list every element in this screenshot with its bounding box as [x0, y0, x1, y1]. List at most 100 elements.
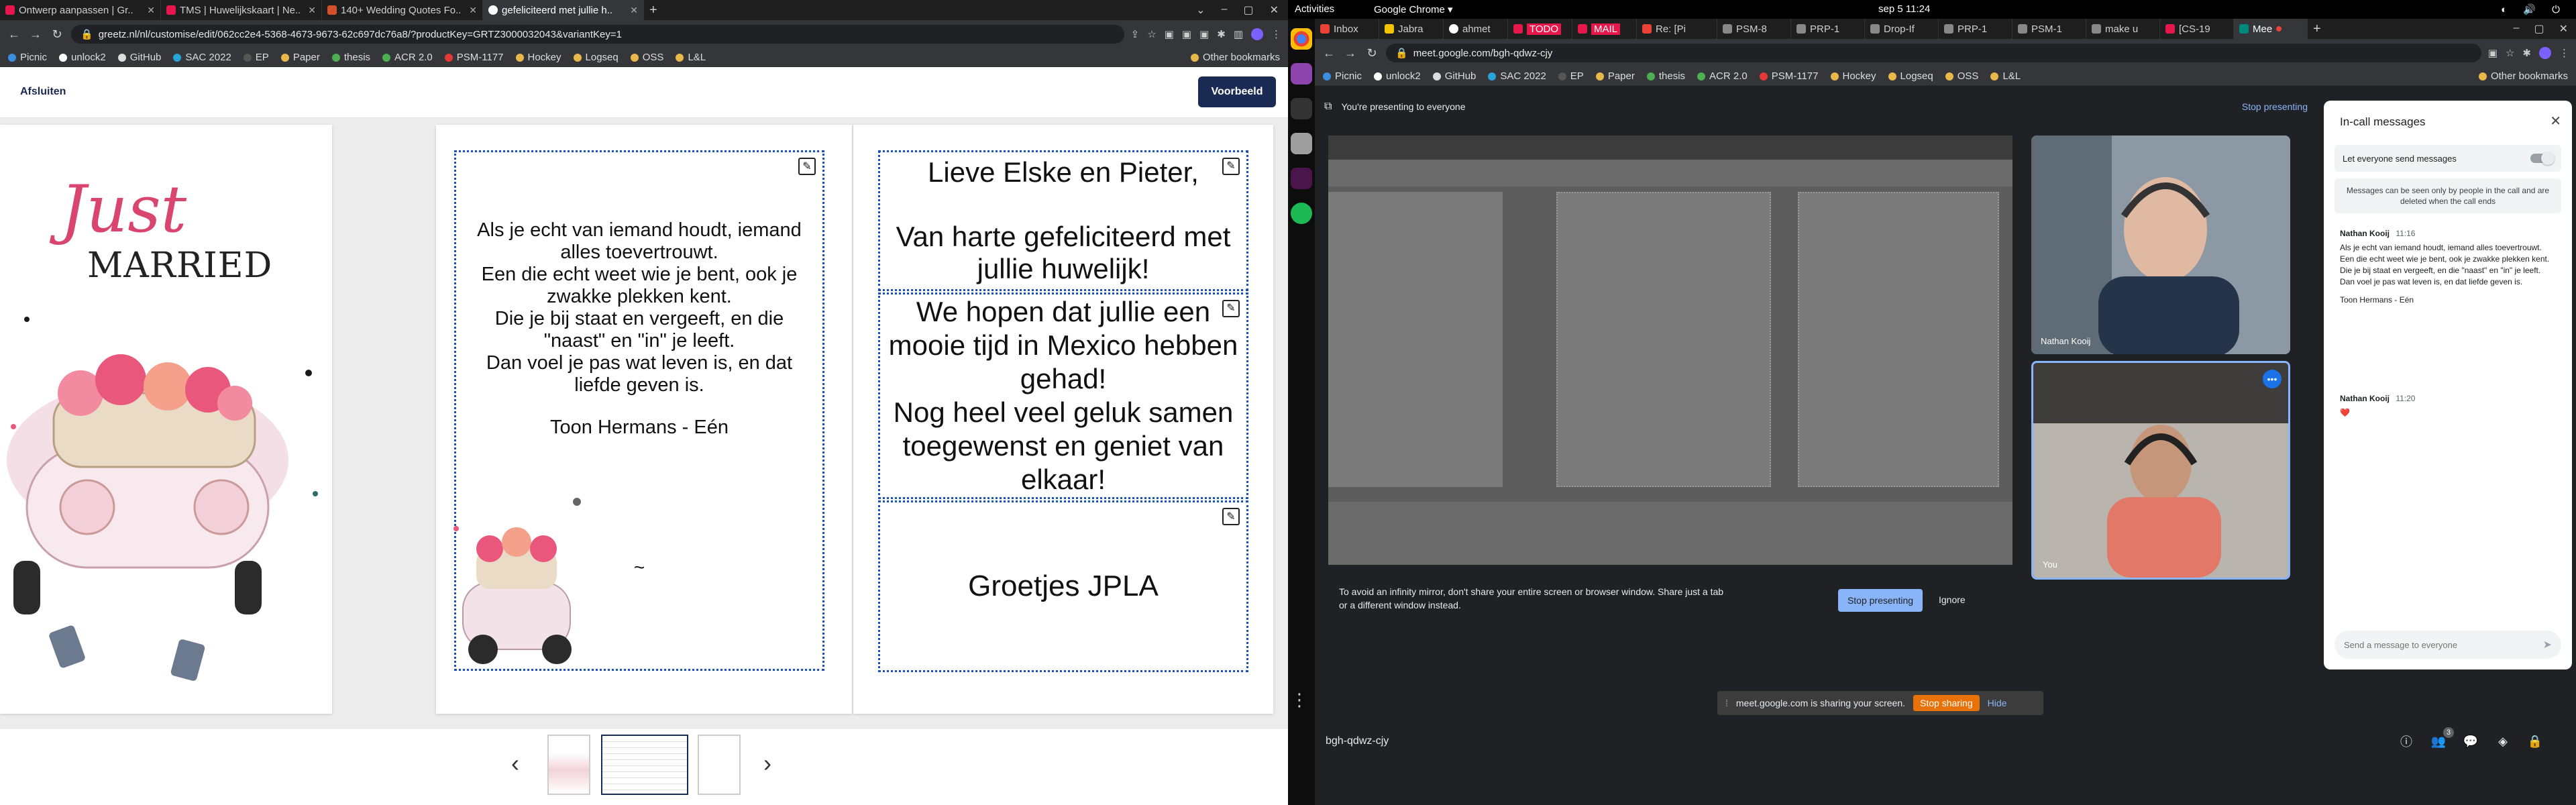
edit-pencil-icon[interactable]: ✎ — [798, 158, 816, 175]
stop-sharing-button[interactable]: Stop sharing — [1913, 695, 1980, 711]
tab[interactable]: Jabra — [1379, 19, 1444, 39]
wishes-text-box[interactable]: ✎ We hopen dat jullie een mooie tijd in … — [878, 292, 1248, 499]
forward-arrow-icon[interactable]: → — [28, 28, 43, 42]
close-tab-icon[interactable]: ✕ — [308, 5, 316, 16]
card-front-page[interactable]: Just MARRIED — [0, 125, 332, 714]
minimize-icon[interactable]: – — [1222, 3, 1228, 17]
bookmark-item[interactable]: thesis — [331, 52, 370, 63]
spotify-app-icon[interactable] — [1291, 203, 1312, 224]
tab-meet[interactable]: Mee — [2234, 19, 2308, 39]
chat-icon[interactable]: 💬 — [2459, 730, 2482, 753]
thumbnail-front[interactable] — [547, 735, 590, 795]
extensions-puzzle-icon[interactable]: ✱ — [1217, 28, 1226, 40]
bookmark-item[interactable]: EP — [1558, 70, 1584, 82]
tab[interactable]: MAIL — [1572, 19, 1637, 39]
bookmark-item[interactable]: GitHub — [117, 52, 161, 63]
bookmark-item[interactable]: Hockey — [515, 52, 561, 63]
thumbnail-back[interactable] — [698, 735, 741, 795]
activities-button[interactable]: Activities — [1295, 3, 1334, 15]
tab[interactable]: make u — [2086, 19, 2160, 39]
close-editor-link[interactable]: Afsluiten — [20, 86, 66, 98]
close-panel-icon[interactable]: ✕ — [2550, 113, 2561, 129]
system-tray-icons[interactable]: ◐ 🔊 ⏻ — [2501, 3, 2567, 15]
send-icon[interactable]: ➤ — [2543, 638, 2552, 651]
hide-notice-button[interactable]: Hide — [1988, 698, 2007, 708]
menu-kebab-icon[interactable]: ⋮ — [1271, 28, 1281, 40]
bookmark-item[interactable]: GitHub — [1432, 70, 1476, 82]
tab[interactable]: Inbox — [1315, 19, 1379, 39]
share-icon[interactable]: ⇪ — [1131, 28, 1140, 40]
bookmark-item[interactable]: Hockey — [1830, 70, 1876, 82]
files-app-icon[interactable] — [1291, 133, 1312, 154]
bookmark-item[interactable]: SAC 2022 — [173, 52, 231, 63]
star-icon[interactable]: ☆ — [2506, 47, 2514, 59]
tab-wedding-quotes[interactable]: 140+ Wedding Quotes Fo.. ✕ — [322, 0, 483, 20]
clock[interactable]: sep 5 11:24 — [1878, 3, 1930, 15]
tab-search-icon[interactable]: ⌄ — [1196, 3, 1205, 17]
bookmark-item[interactable]: unlock2 — [1374, 70, 1421, 82]
menu-kebab-icon[interactable]: ⋮ — [2559, 47, 2569, 59]
close-tab-icon[interactable]: ✕ — [630, 5, 638, 16]
chat-message-input[interactable] — [2344, 639, 2543, 650]
edit-pencil-icon[interactable]: ✎ — [1222, 158, 1240, 175]
bookmark-item[interactable]: OSS — [1945, 70, 1978, 82]
tab[interactable]: [CS-19 — [2160, 19, 2234, 39]
more-options-icon[interactable]: ••• — [2263, 370, 2282, 388]
bookmark-item[interactable]: unlock2 — [59, 52, 106, 63]
thumbnail-inside[interactable] — [601, 735, 688, 795]
terminal-app-icon[interactable] — [1291, 98, 1312, 119]
url-input[interactable]: 🔒 meet.google.com/bgh-qdwz-cjy — [1386, 44, 2481, 62]
reload-icon[interactable]: ↻ — [1364, 46, 1379, 60]
participant-tile-self[interactable]: ••• You — [2031, 361, 2290, 580]
bookmark-item[interactable]: PSM-1177 — [444, 52, 504, 63]
tab[interactable]: PSM-8 — [1717, 19, 1791, 39]
extension-icon[interactable]: ▣ — [1182, 28, 1191, 40]
maximize-icon[interactable]: ▢ — [2534, 22, 2544, 36]
participant-tile-nathan[interactable]: Nathan Kooij — [2031, 136, 2290, 354]
tab[interactable]: Drop-If — [1865, 19, 1939, 39]
forward-arrow-icon[interactable]: → — [1343, 46, 1358, 60]
new-tab-button[interactable]: + — [644, 0, 663, 20]
bookmark-item[interactable]: Paper — [280, 52, 320, 63]
bookmark-item[interactable]: PSM-1177 — [1759, 70, 1819, 82]
bookmark-item[interactable]: OSS — [630, 52, 663, 63]
next-page-chevron-icon[interactable]: › — [763, 749, 771, 777]
bookmark-item[interactable]: L&L — [676, 52, 706, 63]
ignore-button[interactable]: Ignore — [1939, 594, 1966, 605]
host-controls-lock-icon[interactable]: 🔒 — [2524, 730, 2546, 753]
activities-shapes-icon[interactable]: ◈ — [2491, 730, 2514, 753]
profile-avatar[interactable] — [2539, 47, 2551, 59]
bookmark-item[interactable]: Picnic — [1323, 70, 1362, 82]
bookmark-item[interactable]: Paper — [1595, 70, 1635, 82]
tab[interactable]: PRP-1 — [1791, 19, 1865, 39]
app-menu[interactable]: Google Chrome ▾ — [1374, 3, 1453, 15]
tab-tms[interactable]: TMS | Huwelijkskaart | Ne.. ✕ — [161, 0, 322, 20]
tab[interactable]: Re: [Pi — [1637, 19, 1717, 39]
chrome-app-icon[interactable] — [1291, 28, 1312, 50]
sidebar-icon[interactable]: ▥ — [1234, 28, 1243, 40]
close-tab-icon[interactable]: ✕ — [469, 5, 477, 16]
signature-text-box[interactable]: ✎ Groetjes JPLA — [878, 500, 1248, 672]
show-apps-grid-icon[interactable]: ⋮⋮ — [1291, 690, 1326, 711]
bookmark-item[interactable]: EP — [243, 52, 269, 63]
tab-google-search[interactable]: gefeliciteerd met jullie h.. ✕ — [483, 0, 644, 20]
close-window-icon[interactable]: ✕ — [2559, 22, 2568, 36]
new-tab-button[interactable]: + — [2308, 19, 2326, 39]
edit-pencil-icon[interactable]: ✎ — [1222, 508, 1240, 525]
bookmark-item[interactable]: thesis — [1646, 70, 1685, 82]
profile-avatar[interactable] — [1251, 28, 1263, 40]
drag-handle-icon[interactable]: ⁞ — [1725, 698, 1728, 708]
bookmark-item[interactable]: ACR 2.0 — [382, 52, 433, 63]
tab[interactable]: ahmet — [1444, 19, 1508, 39]
tab-greetz-design[interactable]: Ontwerp aanpassen | Gr.. ✕ — [0, 0, 161, 20]
bookmark-item[interactable]: Logseq — [573, 52, 619, 63]
minimize-icon[interactable]: – — [2514, 22, 2520, 36]
close-tab-icon[interactable]: ✕ — [147, 5, 155, 16]
extensions-puzzle-icon[interactable]: ✱ — [2522, 47, 2531, 59]
edit-pencil-icon[interactable]: ✎ — [1222, 300, 1240, 317]
tab[interactable]: PSM-1 — [2012, 19, 2086, 39]
prev-page-chevron-icon[interactable]: ‹ — [511, 749, 519, 777]
extension-icon[interactable]: ▣ — [1199, 28, 1209, 40]
back-arrow-icon[interactable]: ← — [7, 28, 21, 42]
reload-icon[interactable]: ↻ — [50, 28, 64, 42]
